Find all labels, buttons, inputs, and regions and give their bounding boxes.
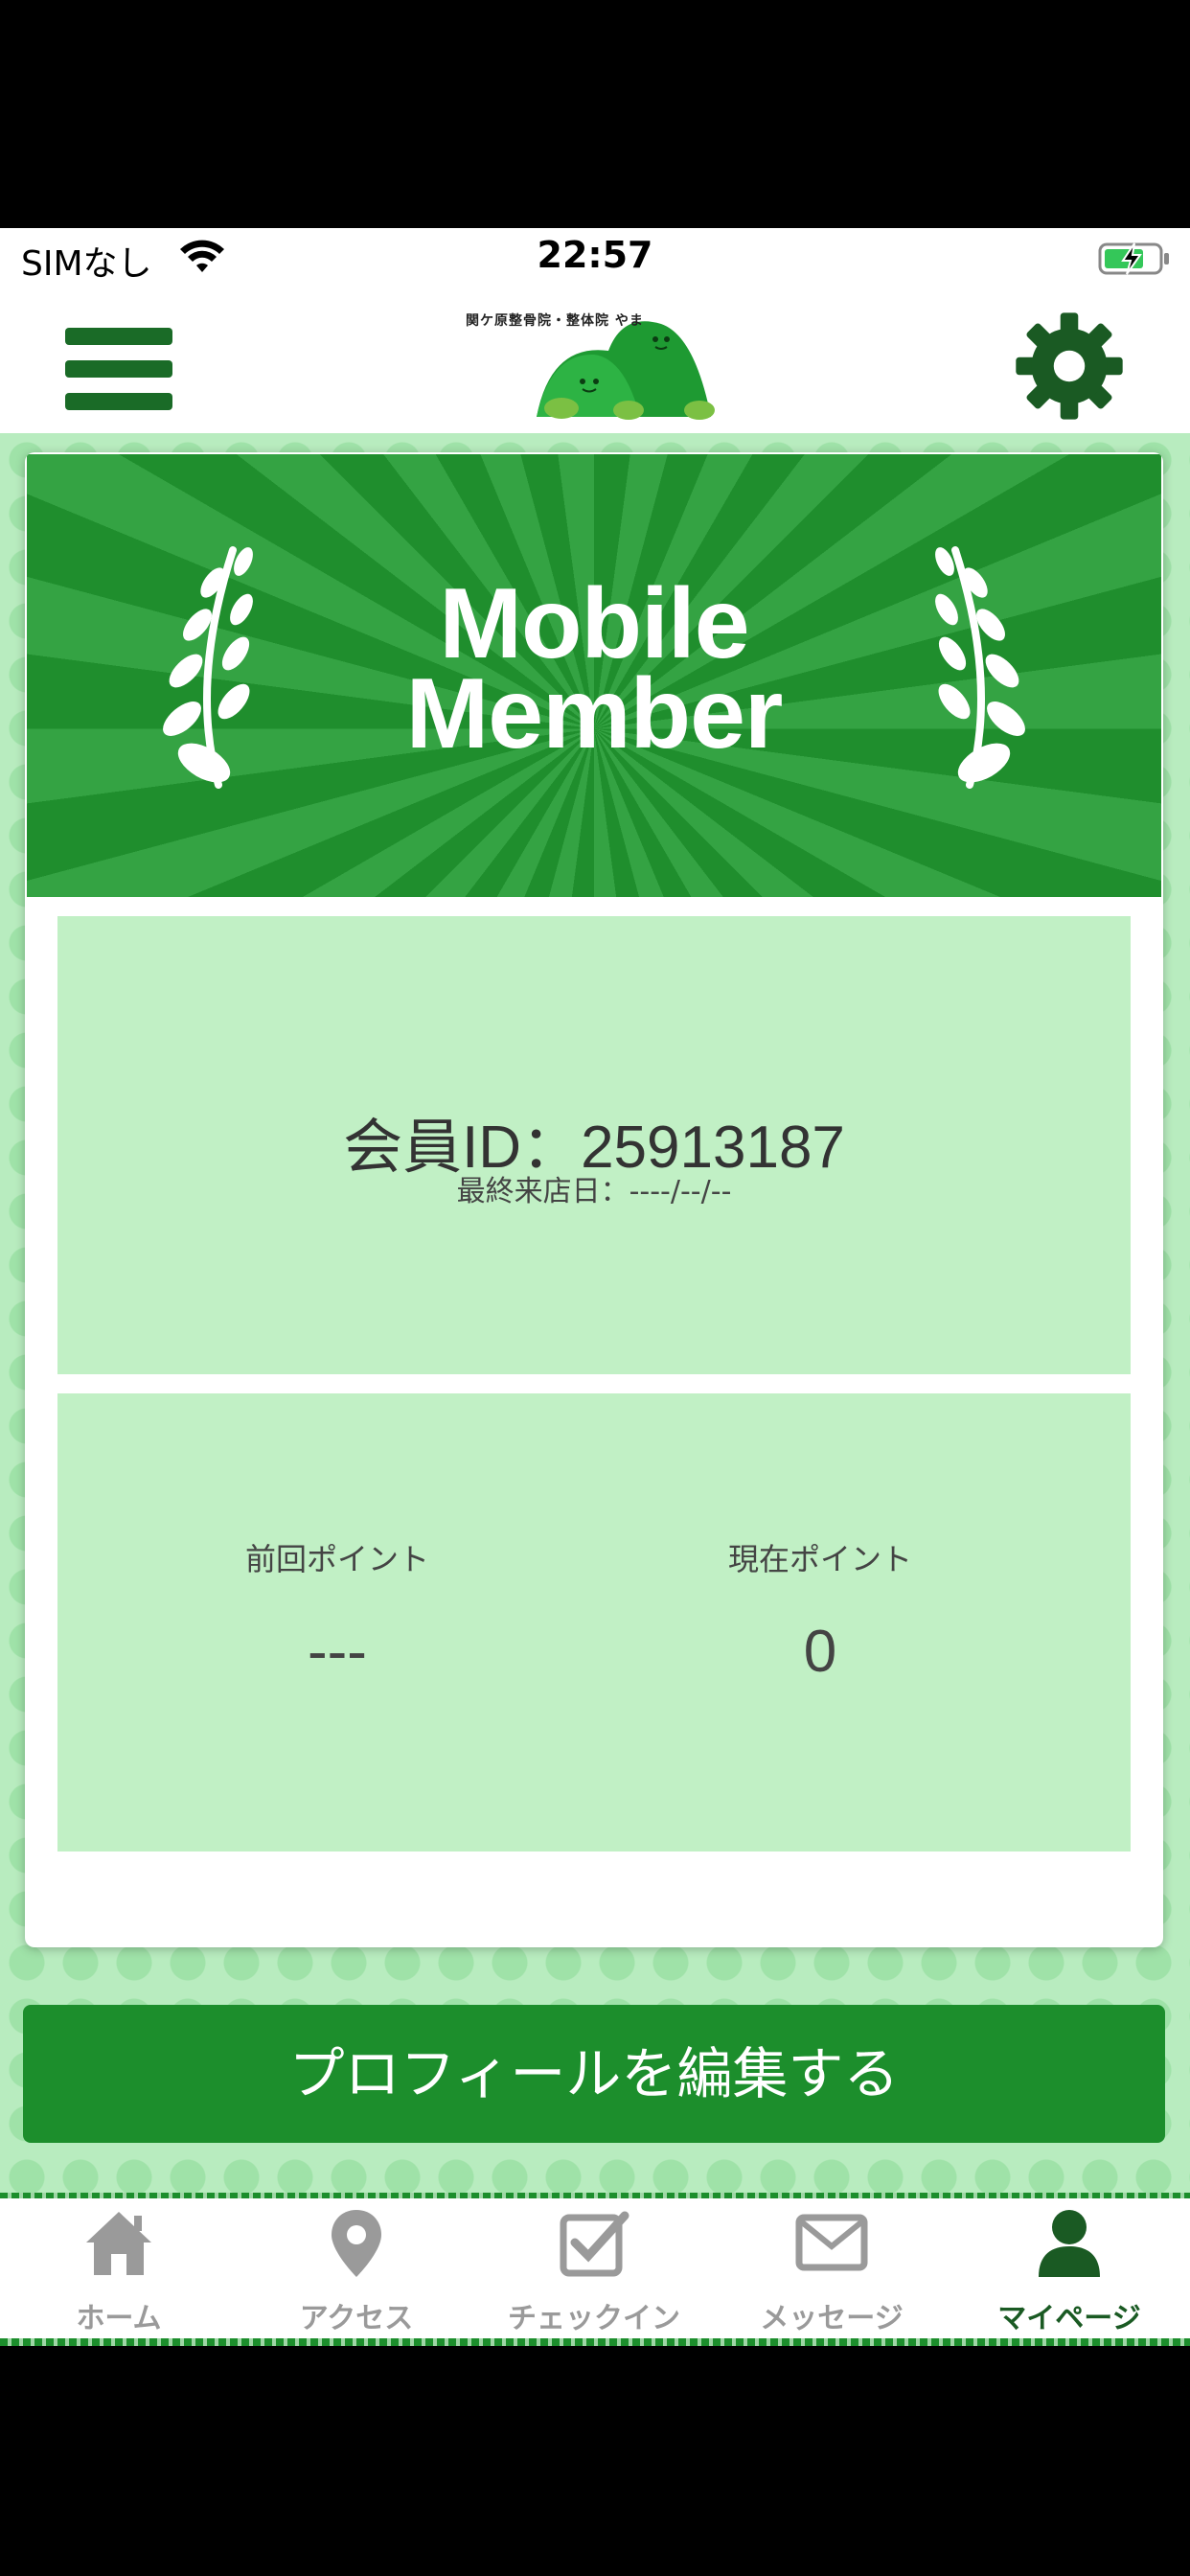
tab-access-label: アクセス: [299, 2302, 414, 2335]
edit-profile-button[interactable]: プロフィールを編集する: [23, 2005, 1165, 2143]
tab-home-label: ホーム: [76, 2302, 162, 2335]
previous-points-label: 前回ポイント: [244, 1541, 429, 1577]
previous-points: 前回ポイント ---: [98, 1535, 577, 1686]
person-icon: [1039, 2210, 1100, 2277]
current-points-label: 現在ポイント: [727, 1541, 912, 1577]
tab-checkin-label: チェックイン: [508, 2302, 680, 2335]
menu-button[interactable]: [65, 322, 172, 414]
last-visit-date: 最終来店日：----/--/--: [456, 1175, 732, 1208]
tab-message[interactable]: メッセージ: [713, 2198, 950, 2338]
member-id-panel: 会員ID：25913187 最終来店日：----/--/--: [57, 916, 1131, 1374]
tab-access[interactable]: アクセス: [238, 2198, 475, 2338]
tab-home[interactable]: ホーム: [0, 2198, 238, 2338]
tab-checkin[interactable]: チェックイン: [475, 2198, 713, 2338]
logo-text: 関ケ原整骨院・整体院 やま: [466, 313, 644, 329]
app-header: 関ケ原整骨院・整体院 やま: [0, 295, 1190, 435]
tab-mypage[interactable]: マイページ: [950, 2198, 1188, 2338]
settings-gear-icon[interactable]: [1014, 310, 1125, 422]
tab-bar: ホーム アクセス チェックイン メッセージ マイページ: [0, 2198, 1190, 2338]
tab-message-label: メッセージ: [760, 2302, 904, 2335]
tab-mypage-label: マイページ: [997, 2302, 1141, 2335]
tab-bar-stripe: [0, 2338, 1190, 2346]
current-points-value: 0: [803, 1619, 837, 1685]
laurel-icon: [935, 546, 1025, 789]
map-pin-icon: [332, 2210, 381, 2277]
current-points: 現在ポイント 0: [581, 1535, 1060, 1686]
clock: 22:57: [537, 234, 653, 276]
checkin-icon: [560, 2211, 629, 2277]
home-icon: [86, 2212, 151, 2275]
app-screen: SIMなし 22:57 関ケ原整骨院・整体院 やま Mobile Member …: [0, 228, 1190, 2346]
mobile-member-banner: Mobile Member: [27, 454, 1161, 897]
previous-points-value: ---: [308, 1619, 367, 1685]
app-logo: 関ケ原整骨院・整体院 やま: [460, 307, 738, 426]
points-panel: 前回ポイント --- 現在ポイント 0: [57, 1393, 1131, 1852]
main-content: Mobile Member 会員ID：25913187 最終来店日：----/-…: [0, 433, 1190, 2196]
mail-icon: [795, 2214, 868, 2271]
battery-charging-icon: [1098, 242, 1169, 275]
member-card: Mobile Member 会員ID：25913187 最終来店日：----/-…: [25, 452, 1163, 1947]
status-bar: SIMなし 22:57: [0, 228, 1190, 295]
